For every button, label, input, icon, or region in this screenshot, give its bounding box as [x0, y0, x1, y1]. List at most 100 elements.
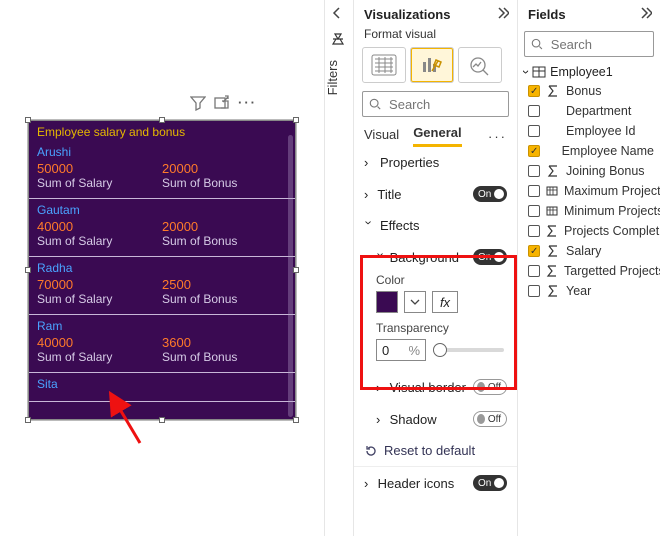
reset-icon: [364, 444, 378, 458]
background-color-swatch[interactable]: [376, 291, 398, 313]
chevron-right-icon: ›: [364, 476, 374, 491]
title-toggle[interactable]: On: [473, 186, 507, 202]
more-icon[interactable]: ···: [238, 95, 257, 114]
salary-value: 50000: [37, 161, 162, 176]
tab-general[interactable]: General: [413, 125, 461, 147]
field-checkbox[interactable]: [528, 85, 540, 97]
format-visual-button[interactable]: [410, 47, 454, 83]
employee-name: Arushi: [37, 145, 287, 159]
field-checkbox[interactable]: [528, 285, 540, 297]
field-item[interactable]: Department: [518, 101, 660, 121]
field-label: Maximum Projects: [564, 184, 660, 198]
sigma-icon: [546, 165, 560, 177]
field-checkbox[interactable]: [528, 265, 540, 277]
focus-icon[interactable]: [214, 95, 230, 114]
transparency-slider[interactable]: [434, 348, 504, 352]
fields-search-input[interactable]: [549, 36, 647, 53]
field-checkbox[interactable]: [528, 145, 540, 157]
transparency-input[interactable]: 0 %: [376, 339, 426, 361]
field-checkbox[interactable]: [528, 245, 540, 257]
tabs-more-icon[interactable]: ···: [488, 129, 507, 144]
sigma-icon: [546, 245, 560, 257]
build-visual-button[interactable]: [362, 47, 406, 83]
fields-search[interactable]: [524, 31, 654, 57]
bonus-label: Sum of Bonus: [162, 350, 287, 364]
visual-header-icons: ···: [190, 95, 257, 114]
visualizations-title: Visualizations: [364, 7, 450, 22]
field-checkbox[interactable]: [528, 185, 540, 197]
bonus-value: 20000: [162, 161, 287, 176]
sigma-icon: [546, 225, 558, 237]
collapse-pane-icon[interactable]: [495, 6, 509, 23]
field-item[interactable]: Projects Complet...: [518, 221, 660, 241]
background-toggle[interactable]: On: [473, 249, 507, 265]
bonus-label: Sum of Bonus: [162, 292, 287, 306]
table-icon: [546, 205, 558, 217]
salary-label: Sum of Salary: [37, 292, 162, 306]
field-label: Projects Complet...: [564, 224, 660, 238]
field-checkbox[interactable]: [528, 165, 540, 177]
background-color-fx[interactable]: fx: [432, 291, 458, 313]
section-visual-border[interactable]: › Visual border Off: [354, 371, 517, 403]
search-icon: [369, 97, 381, 111]
section-properties[interactable]: › Properties: [354, 147, 517, 178]
field-label: Employee Name: [562, 144, 654, 158]
salary-label: Sum of Salary: [37, 176, 162, 190]
salary-label: Sum of Salary: [37, 234, 162, 248]
search-icon: [531, 37, 543, 51]
filters-pane-collapsed[interactable]: Filters: [324, 0, 354, 536]
field-item[interactable]: Bonus: [518, 81, 660, 101]
fields-pane: Fields › Employee1 BonusDepartmentEmploy…: [518, 0, 660, 536]
field-item[interactable]: Joining Bonus: [518, 161, 660, 181]
field-item[interactable]: Employee Id: [518, 121, 660, 141]
filters-label: Filters: [325, 60, 340, 95]
section-header-icons[interactable]: › Header icons On: [354, 466, 517, 499]
field-label: Year: [566, 284, 591, 298]
sigma-icon: [546, 285, 560, 297]
field-checkbox[interactable]: [528, 205, 540, 217]
chevron-right-icon: ›: [376, 412, 386, 427]
section-title[interactable]: › Title On: [354, 178, 517, 210]
background-color-dropdown[interactable]: [404, 291, 426, 313]
chevron-down-icon: [410, 297, 420, 307]
field-checkbox[interactable]: [528, 125, 540, 137]
employee-name: Radha: [37, 261, 287, 275]
multi-row-card-visual[interactable]: Employee salary and bonus Arushi50000Sum…: [28, 120, 296, 420]
field-item[interactable]: Minimum Projects: [518, 201, 660, 221]
analytics-button[interactable]: [458, 47, 502, 83]
visual-border-toggle[interactable]: Off: [473, 379, 507, 395]
field-item[interactable]: Salary: [518, 241, 660, 261]
card-row: Ram40000Sum of Salary3600Sum of Bonus: [29, 315, 295, 373]
card-row: Radha70000Sum of Salary2500Sum of Bonus: [29, 257, 295, 315]
field-item[interactable]: Employee Name: [518, 141, 660, 161]
shadow-toggle[interactable]: Off: [473, 411, 507, 427]
header-icons-toggle[interactable]: On: [473, 475, 507, 491]
reset-to-default[interactable]: Reset to default: [354, 435, 517, 466]
report-canvas[interactable]: ··· Employee salary and bonus Arushi 5000…: [0, 0, 350, 536]
employee-name: Gautam: [37, 203, 287, 217]
format-search[interactable]: [362, 91, 509, 117]
field-item[interactable]: Year: [518, 281, 660, 301]
bonus-value: 20000: [162, 219, 287, 234]
visual-scrollbar[interactable]: [288, 135, 293, 417]
fields-table-row[interactable]: › Employee1: [518, 61, 660, 81]
field-item[interactable]: Maximum Projects: [518, 181, 660, 201]
chevron-down-icon: ›: [519, 70, 533, 74]
sigma-icon: [546, 265, 558, 277]
field-checkbox[interactable]: [528, 225, 540, 237]
employee-name: Ram: [37, 319, 287, 333]
section-effects[interactable]: › Effects: [354, 210, 517, 241]
filter-icon[interactable]: [190, 95, 206, 114]
table-icon: [546, 185, 558, 197]
field-item[interactable]: Targetted Projects: [518, 261, 660, 281]
visual-title: Employee salary and bonus: [29, 121, 295, 141]
expand-filters-icon[interactable]: [325, 6, 353, 23]
collapse-pane-icon[interactable]: [638, 6, 652, 23]
format-search-input[interactable]: [387, 96, 502, 113]
tab-visual[interactable]: Visual: [364, 127, 399, 146]
field-checkbox[interactable]: [528, 105, 540, 117]
card-row: Sita: [29, 373, 295, 402]
section-shadow[interactable]: › Shadow Off: [354, 403, 517, 435]
section-background[interactable]: › Background On: [354, 241, 517, 273]
chevron-down-icon: ›: [362, 221, 377, 231]
